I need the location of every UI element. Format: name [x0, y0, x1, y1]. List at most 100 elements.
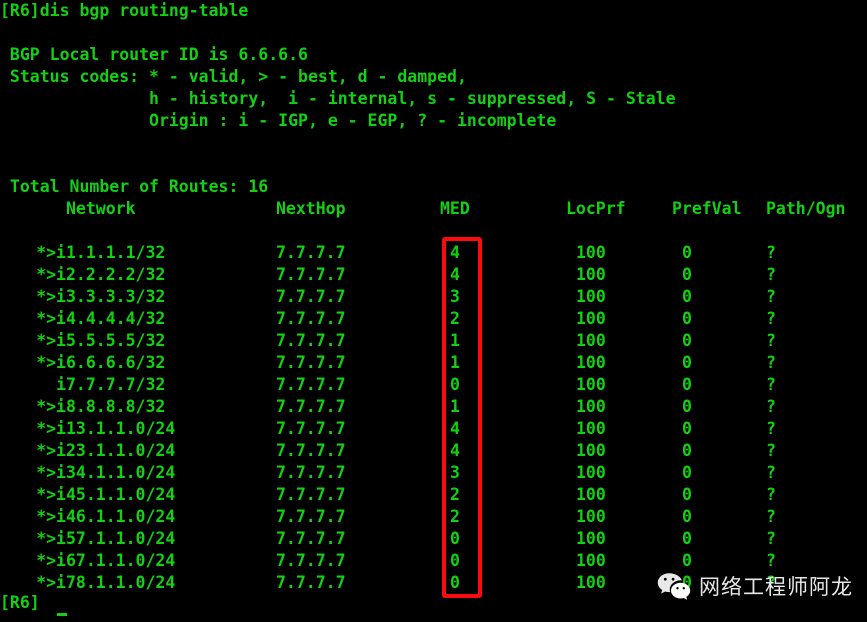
cell-locprf: 100 — [576, 331, 606, 350]
cell-status: *>i — [36, 573, 66, 592]
cell-nexthop: 7.7.7.7 — [276, 265, 346, 284]
cell-status: *>i — [36, 243, 66, 262]
table-row: *>i 1.1.1.1/32 7.7.7.7 4 100 0? — [0, 242, 867, 264]
cell-status: *>i — [36, 353, 66, 372]
table-row: *>i 45.1.1.0/24 7.7.7.7 2 100 0? — [0, 484, 867, 506]
bgp-router-id-line: BGP Local router ID is 6.6.6.6 — [0, 45, 308, 64]
status-codes-line-2: h - history, i - internal, s - suppresse… — [0, 89, 676, 108]
cell-network: 4.4.4.4/32 — [66, 309, 166, 328]
cell-locprf: 100 — [576, 463, 606, 482]
cell-network: 23.1.1.0/24 — [66, 441, 176, 460]
table-row: *>i 57.1.1.0/24 7.7.7.7 0 100 0? — [0, 528, 867, 550]
table-row: *>i 78.1.1.0/24 7.7.7.7 0 100 0? — [0, 572, 867, 594]
cell-status: *>i — [36, 529, 66, 548]
column-header-prefval: PrefVal — [672, 199, 742, 218]
table-row: *>i 4.4.4.4/32 7.7.7.7 2 100 0? — [0, 308, 867, 330]
cell-nexthop: 7.7.7.7 — [276, 573, 346, 592]
cell-network: 1.1.1.1/32 — [66, 243, 166, 262]
cell-path: ? — [766, 485, 776, 504]
cell-nexthop: 7.7.7.7 — [276, 331, 346, 350]
cell-path: ? — [766, 573, 776, 592]
cell-network: 57.1.1.0/24 — [66, 529, 176, 548]
table-row: *>i 67.1.1.0/24 7.7.7.7 0 100 0? — [0, 550, 867, 572]
cell-status: *>i — [36, 507, 66, 526]
cell-status: *>i — [36, 441, 66, 460]
cell-prefval: 0 — [682, 507, 692, 526]
cell-path: ? — [766, 265, 776, 284]
cell-path: ? — [766, 375, 776, 394]
cell-status: *>i — [36, 331, 66, 350]
cell-med: 1 — [450, 397, 460, 416]
cell-status: *>i — [36, 287, 66, 306]
terminal-window[interactable]: [R6]dis bgp routing-table BGP Local rout… — [0, 0, 867, 622]
cell-prefval: 0 — [682, 463, 692, 482]
cell-prefval: 0 — [682, 485, 692, 504]
cell-path: ? — [766, 551, 776, 570]
cell-locprf: 100 — [576, 309, 606, 328]
cell-med: 0 — [450, 529, 460, 548]
cell-path: ? — [766, 529, 776, 548]
cell-network: 78.1.1.0/24 — [66, 573, 176, 592]
cell-prefval: 0 — [682, 243, 692, 262]
cell-path: ? — [766, 287, 776, 306]
cell-path: ? — [766, 397, 776, 416]
cell-nexthop: 7.7.7.7 — [276, 375, 346, 394]
cell-locprf: 100 — [576, 529, 606, 548]
cell-med: 4 — [450, 265, 460, 284]
cell-status: *>i — [36, 265, 66, 284]
cell-locprf: 100 — [576, 485, 606, 504]
cell-network: 2.2.2.2/32 — [66, 265, 166, 284]
cell-locprf: 100 — [576, 287, 606, 306]
cell-med: 1 — [450, 353, 460, 372]
cell-network: 6.6.6.6/32 — [66, 353, 166, 372]
cell-nexthop: 7.7.7.7 — [276, 353, 346, 372]
end-prompt-line: [R6] — [0, 593, 40, 612]
cell-nexthop: 7.7.7.7 — [276, 441, 346, 460]
cell-prefval: 0 — [682, 441, 692, 460]
cell-med: 2 — [450, 309, 460, 328]
cell-med: 1 — [450, 331, 460, 350]
cell-locprf: 100 — [576, 551, 606, 570]
total-routes-line: Total Number of Routes: 16 — [0, 177, 269, 196]
cell-nexthop: 7.7.7.7 — [276, 287, 346, 306]
cell-prefval: 0 — [682, 573, 692, 592]
cell-med: 4 — [450, 419, 460, 438]
cell-path: ? — [766, 463, 776, 482]
cell-path: ? — [766, 353, 776, 372]
table-row: *>i 13.1.1.0/24 7.7.7.7 4 100 0? — [0, 418, 867, 440]
cell-path: ? — [766, 309, 776, 328]
cell-nexthop: 7.7.7.7 — [276, 463, 346, 482]
cell-network: 46.1.1.0/24 — [66, 507, 176, 526]
cell-status: *>i — [36, 397, 66, 416]
cell-locprf: 100 — [576, 397, 606, 416]
table-row: i 7.7.7.7/32 7.7.7.7 0 100 0? — [0, 374, 867, 396]
cell-status: *>i — [36, 463, 66, 482]
cell-med: 4 — [450, 441, 460, 460]
terminal-cursor — [57, 613, 67, 616]
cell-prefval: 0 — [682, 397, 692, 416]
cell-locprf: 100 — [576, 507, 606, 526]
cell-status: i — [56, 375, 66, 394]
cell-network: 34.1.1.0/24 — [66, 463, 176, 482]
cell-path: ? — [766, 243, 776, 262]
cell-path: ? — [766, 331, 776, 350]
table-row: *>i 8.8.8.8/32 7.7.7.7 1 100 0? — [0, 396, 867, 418]
cell-path: ? — [766, 419, 776, 438]
cell-nexthop: 7.7.7.7 — [276, 309, 346, 328]
cell-med: 2 — [450, 485, 460, 504]
cell-status: *>i — [36, 419, 66, 438]
table-row: *>i 46.1.1.0/24 7.7.7.7 2 100 0? — [0, 506, 867, 528]
cell-nexthop: 7.7.7.7 — [276, 507, 346, 526]
column-header-path: Path/Ogn — [766, 199, 846, 218]
cell-med: 0 — [450, 573, 460, 592]
cell-network: 5.5.5.5/32 — [66, 331, 166, 350]
cell-nexthop: 7.7.7.7 — [276, 243, 346, 262]
cell-prefval: 0 — [682, 287, 692, 306]
cell-network: 7.7.7.7/32 — [66, 375, 166, 394]
cell-med: 3 — [450, 287, 460, 306]
table-header-row: Network NextHop MED LocPrf PrefVal Path/… — [0, 198, 867, 220]
cell-path: ? — [766, 441, 776, 460]
cell-locprf: 100 — [576, 573, 606, 592]
cell-network: 13.1.1.0/24 — [66, 419, 176, 438]
status-codes-line-1: Status codes: * - valid, > - best, d - d… — [0, 67, 467, 86]
